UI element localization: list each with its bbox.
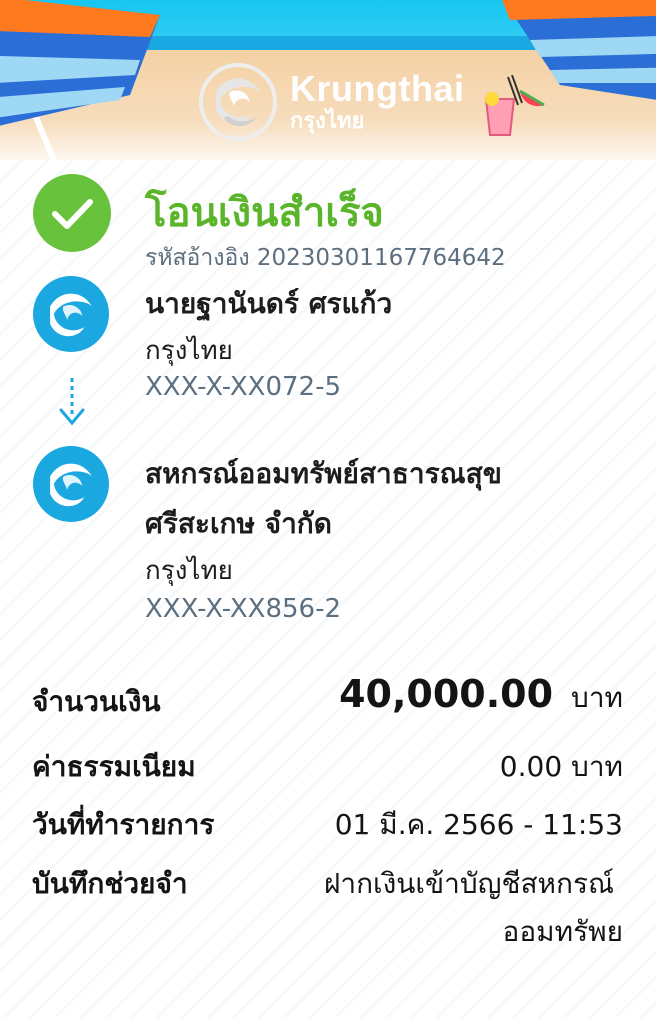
sender-name: นายฐานันดร์ ศรแก้ว (145, 287, 393, 320)
beach-umbrella-left-icon (0, 0, 160, 170)
arrow-down-icon (59, 378, 85, 426)
fee-label: ค่าธรรมเนียม (32, 750, 196, 783)
brand-name-en: Krungthai (290, 68, 465, 109)
krungthai-logo-icon (50, 293, 92, 337)
reference-number: 20230301167764642 (256, 245, 506, 271)
success-badge (33, 174, 111, 252)
date-value: 01 มี.ค. 2566 - 11:53 (334, 808, 623, 841)
receiver-name-line2: ศรีสะเกษ จำกัด (145, 507, 332, 540)
status-title: โอนเงินสำเร็จ (145, 190, 384, 236)
header-banner: Krungthai กรุงไทย (0, 0, 656, 170)
receiver-account: XXX-X-XX856-2 (145, 594, 342, 624)
receiver-name-line1: สหกรณ์ออมทรัพย์สาธารณสุข (145, 457, 502, 490)
drink-icon (484, 75, 545, 136)
receiver-bank-logo (33, 446, 109, 522)
memo-label: บันทึกช่วยจำ (32, 867, 188, 900)
sender-bank-logo (33, 276, 109, 352)
sender-account: XXX-X-XX072-5 (145, 372, 342, 402)
receiver-bank: กรุงไทย (145, 556, 233, 586)
amount-value: 40,000.00 บาท (339, 672, 623, 720)
amount-number: 40,000.00 (339, 672, 554, 716)
memo-value-line1: ฝากเงินเข้าบัญชีสหกรณ์ (323, 867, 614, 900)
check-icon (52, 199, 93, 229)
krungthai-logo-icon (199, 63, 277, 141)
reference-label: รหัสอ้างอิง (145, 245, 250, 271)
sender-bank: กรุงไทย (145, 336, 233, 366)
fee-value: 0.00 บาท (499, 750, 623, 783)
brand-name-th: กรุงไทย (290, 109, 365, 134)
brand-lockup: Krungthai กรุงไทย (198, 62, 464, 142)
memo-value-line2: ออมทรัพย (502, 915, 623, 948)
krungthai-logo-icon (50, 463, 92, 507)
amount-unit: บาท (571, 681, 623, 714)
reference-line: รหัสอ้างอิง 20230301167764642 (145, 240, 506, 276)
date-label: วันที่ทำรายการ (32, 808, 215, 841)
amount-label: จำนวนเงิน (32, 685, 161, 718)
